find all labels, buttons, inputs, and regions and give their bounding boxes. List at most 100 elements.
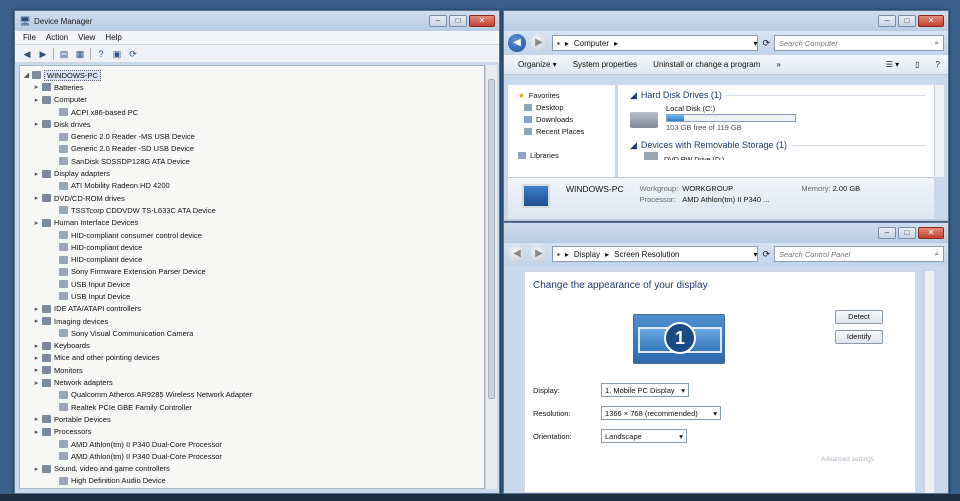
device-item[interactable]: HID-compliant device [20,241,484,253]
device-item[interactable]: TSSTcorp CDDVDW TS-L633C ATA Device [20,204,484,216]
device-item[interactable]: HID-compliant consumer control device [20,229,484,241]
expand-arrow-icon[interactable]: ▸ [32,219,41,227]
device-item[interactable]: HID-compliant device [20,253,484,265]
forward-button[interactable]: ▶ [530,245,548,263]
view-options-icon[interactable]: ☰ ▾ [886,60,899,69]
breadcrumb-display[interactable]: Display [574,250,600,259]
device-category[interactable]: ▸ Display adapters [20,167,484,179]
device-category[interactable]: ▸ IDE ATA/ATAPI controllers [20,303,484,315]
expand-arrow-icon[interactable]: ▸ [32,120,41,128]
device-category[interactable]: ▸ Network adapters [20,376,484,388]
back-arrow-icon[interactable]: ◀ [21,48,33,60]
system-properties-button[interactable]: System properties [573,60,637,69]
update-driver-icon[interactable]: ▣ [111,48,123,60]
device-category[interactable]: ▸ Computer [20,94,484,106]
more-commands-button[interactable]: » [776,60,780,69]
address-dropdown-icon[interactable]: ▾ [753,250,757,259]
expand-arrow-icon[interactable]: ▸ [32,379,41,387]
minimize-button[interactable]: – [429,15,447,27]
screen-resolution-scrollbar[interactable] [924,271,934,493]
expand-arrow-icon[interactable]: ▸ [32,170,41,178]
expand-arrow-icon[interactable]: ▸ [32,366,41,374]
close-button[interactable]: ✕ [918,15,944,27]
nav-desktop[interactable]: Desktop [518,101,615,113]
device-category[interactable]: ▸ Monitors [20,364,484,376]
local-disk-item[interactable]: Local Disk (C:) 103 GB free of 119 GB [630,102,934,138]
forward-arrow-icon[interactable]: ▶ [37,48,49,60]
search-icon[interactable]: ⌕ [935,38,939,48]
expand-arrow-icon[interactable]: ▸ [32,96,41,104]
expand-arrow-icon[interactable]: ◢ [22,71,31,79]
maximize-button[interactable]: □ [898,15,916,27]
preview-pane-icon[interactable]: ▯ [915,60,919,69]
display-select[interactable]: 1. Mobile PC Display ▾ [601,383,689,397]
menu-view[interactable]: View [78,33,95,42]
device-category[interactable]: ▸ Batteries [20,81,484,93]
device-category[interactable]: ▸ Human Interface Devices [20,217,484,229]
computer-scrollbar[interactable] [934,85,944,177]
expand-arrow-icon[interactable]: ▸ [32,317,41,325]
hard-disk-group-header[interactable]: ◢ Hard Disk Drives (1) [630,88,934,102]
device-item[interactable]: SanDisk SDSSDP128G ATA Device [20,155,484,167]
orientation-select[interactable]: Landscape ▾ [601,429,687,443]
computer-root[interactable]: ◢ WINDOWS-PC [20,69,484,81]
show-hide-tree-icon[interactable]: ▤ [58,48,70,60]
search-input[interactable]: Search Control Panel ⌕ [774,246,944,262]
advanced-settings-link[interactable]: Advanced settings [821,456,874,463]
expand-arrow-icon[interactable]: ▸ [32,415,41,423]
maximize-button[interactable]: □ [898,227,916,239]
close-button[interactable]: ✕ [918,227,944,239]
taskbar[interactable] [0,494,960,501]
expand-arrow-icon[interactable]: ▸ [32,354,41,362]
device-category[interactable]: ▸ Imaging devices [20,315,484,327]
device-item[interactable]: AMD Athlon(tm) II P340 Dual-Core Process… [20,438,484,450]
identify-button[interactable]: Identify [835,330,883,344]
search-input[interactable]: Search Computer ⌕ [774,35,944,51]
computer-titlebar[interactable]: – □ ✕ [504,11,948,31]
detect-button[interactable]: Detect [835,310,883,324]
nav-favorites[interactable]: ★ Favorites [518,89,615,101]
address-bar[interactable]: ▪ ▸ Computer ▸ ▾ [552,35,759,51]
device-tree-scrollbar[interactable] [485,65,497,489]
expand-arrow-icon[interactable]: ▸ [32,83,41,91]
expand-arrow-icon[interactable]: ▸ [32,465,41,473]
organize-button[interactable]: Organize ▾ [518,60,557,69]
expand-arrow-icon[interactable]: ▸ [32,305,41,313]
device-category[interactable]: ▸ DVD/CD-ROM drives [20,192,484,204]
menu-action[interactable]: Action [46,33,68,42]
monitor-preview[interactable]: 1 [633,314,725,364]
minimize-button[interactable]: – [878,227,896,239]
scrollbar-thumb[interactable] [488,79,495,399]
device-item[interactable]: High Definition Audio Device [20,475,484,487]
menu-help[interactable]: Help [105,33,121,42]
device-category[interactable]: ▸ Disk drives [20,118,484,130]
device-category[interactable]: ▸ Processors [20,426,484,438]
removable-group-header[interactable]: ◢ Devices with Removable Storage (1) [630,138,934,152]
nav-downloads[interactable]: Downloads [518,113,615,125]
expand-arrow-icon[interactable]: ▸ [32,194,41,202]
uninstall-program-button[interactable]: Uninstall or change a program [653,60,760,69]
device-item[interactable]: Generic 2.0 Reader -SD USB Device [20,143,484,155]
menu-file[interactable]: File [23,33,36,42]
breadcrumb-screen-resolution[interactable]: Screen Resolution [614,250,679,259]
device-item[interactable]: ATI Mobility Radeon HD 4200 [20,180,484,192]
forward-button[interactable]: ▶ [530,34,548,52]
screen-resolution-titlebar[interactable]: – □ ✕ [504,223,948,243]
device-item[interactable]: USB Input Device [20,290,484,302]
device-category[interactable]: ▸ Keyboards [20,340,484,352]
expand-arrow-icon[interactable]: ▸ [32,428,41,436]
dvd-drive-item[interactable]: DVD RW Drive (D:) [630,152,934,160]
device-tree[interactable]: ◢ WINDOWS-PC ▸ Batteries ▸ Computer ACPI x86-b… [19,65,485,489]
device-item[interactable]: USB Input Device [20,278,484,290]
back-button[interactable]: ◀ [508,34,526,52]
help-icon[interactable]: ? [936,60,940,69]
minimize-button[interactable]: – [878,15,896,27]
device-item[interactable]: Realtek PCIe GBE Family Controller [20,401,484,413]
device-item[interactable]: ACPI x86-based PC [20,106,484,118]
device-item[interactable]: Qualcomm Atheros AR9285 Wireless Network… [20,389,484,401]
refresh-icon[interactable]: ⟳ [762,38,770,49]
device-item[interactable]: Sony Firmware Extension Parser Device [20,266,484,278]
device-category[interactable]: ▸ Sound, video and game controllers [20,463,484,475]
refresh-icon[interactable]: ⟳ [762,249,770,260]
device-category[interactable]: ▸ Portable Devices [20,413,484,425]
